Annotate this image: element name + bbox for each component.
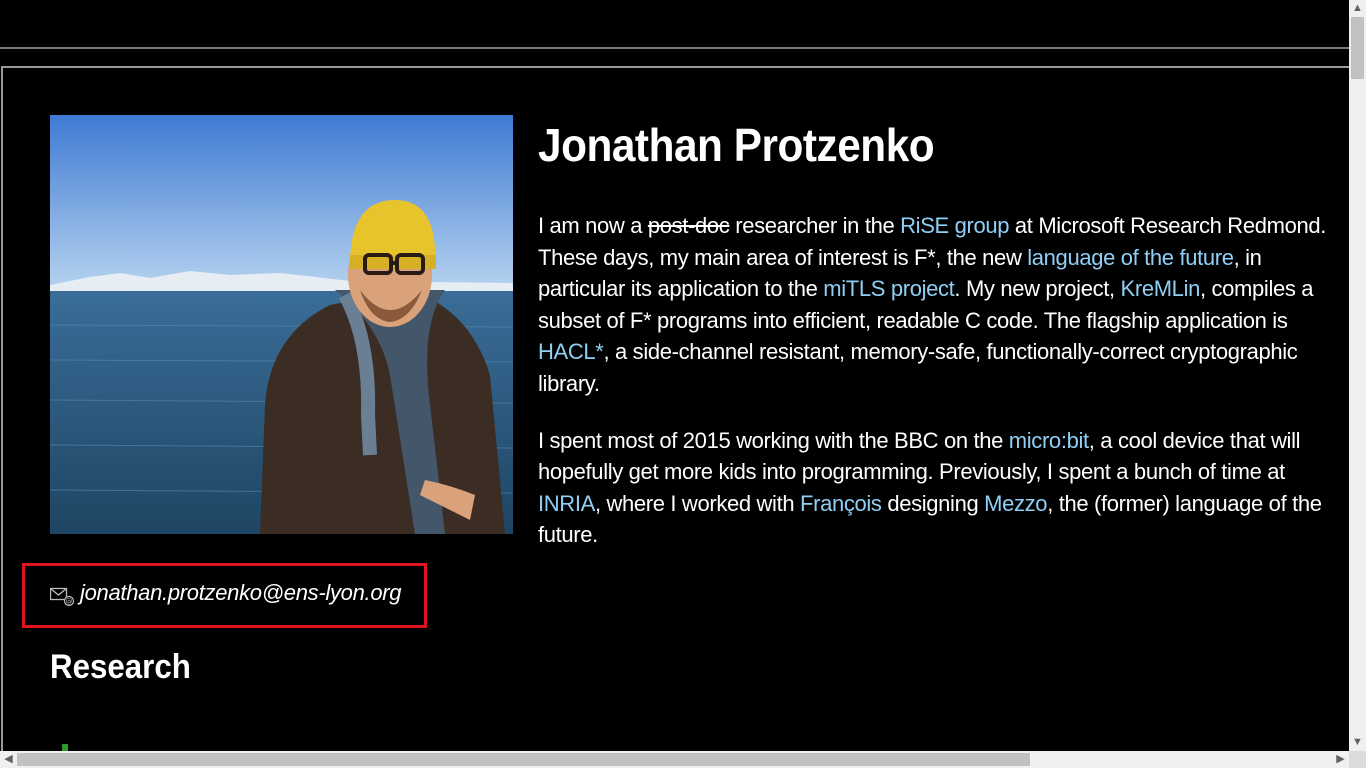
horizontal-scroll-thumb[interactable] [17, 753, 1030, 766]
scroll-down-icon[interactable]: ▼ [1349, 734, 1366, 751]
bio-text: I spent most of 2015 working with the BB… [538, 427, 1009, 453]
scroll-left-icon[interactable]: ◀ [0, 751, 17, 768]
bio-text: . My new project, [954, 276, 1121, 302]
language-of-the-future-link[interactable]: language of the future [1027, 245, 1234, 270]
francois-link[interactable]: François [800, 491, 882, 516]
scroll-right-icon[interactable]: ▶ [1332, 751, 1349, 768]
scroll-up-icon[interactable]: ▲ [1349, 0, 1366, 17]
mezzo-link[interactable]: Mezzo [984, 491, 1047, 516]
svg-text:@: @ [66, 598, 73, 606]
list-bullet-icon [62, 744, 68, 751]
inria-link[interactable]: INRIA [538, 491, 595, 516]
header-divider [0, 47, 1349, 49]
struck-text: post-doc [647, 213, 730, 238]
microbit-link[interactable]: micro:bit [1009, 428, 1089, 453]
vertical-scroll-thumb[interactable] [1351, 17, 1364, 79]
bio-paragraph-1: I am now a post-doc researcher in the Ri… [538, 210, 1328, 400]
kremlin-link[interactable]: KreMLin [1121, 276, 1201, 301]
bio-text: researcher in the [729, 213, 901, 238]
vertical-scrollbar[interactable]: ▲ ▼ [1349, 0, 1366, 751]
email-link[interactable]: jonathan.protzenko@ens-lyon.org [80, 580, 402, 606]
bio-section: I am now a post-doc researcher in the Ri… [538, 210, 1328, 576]
bio-text: , where I worked with [594, 490, 800, 516]
page-viewport: Jonathan Protzenko I am now a post-doc r… [0, 0, 1349, 751]
bio-text: designing [881, 490, 985, 516]
bio-text: I am now a [538, 213, 648, 238]
rise-group-link[interactable]: RiSE group [900, 213, 1009, 238]
hacl-link[interactable]: HACL* [538, 339, 604, 364]
bio-text: , a side-channel resistant, memory-safe,… [538, 339, 1298, 396]
profile-photo [50, 115, 513, 534]
scrollbar-corner [1349, 751, 1366, 768]
research-heading: Research [50, 648, 191, 686]
mitls-project-link[interactable]: miTLS project [823, 276, 955, 301]
horizontal-scrollbar[interactable]: ◀ ▶ [0, 751, 1349, 768]
bio-paragraph-2: I spent most of 2015 working with the BB… [538, 425, 1328, 551]
page-title: Jonathan Protzenko [538, 119, 935, 171]
email-icon: @ [50, 587, 75, 607]
